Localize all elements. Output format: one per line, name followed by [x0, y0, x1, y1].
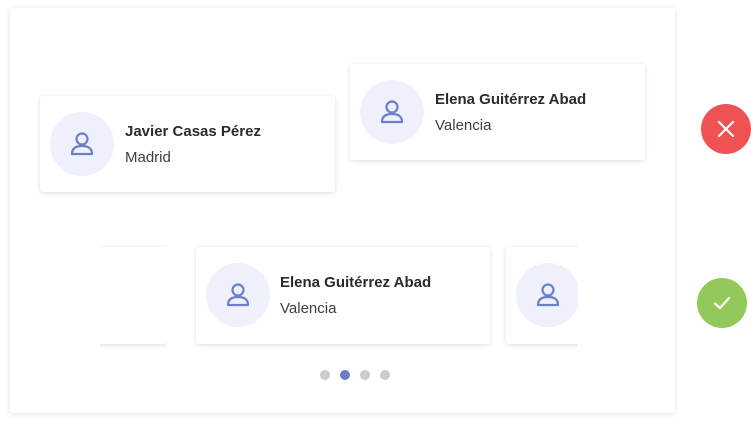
- avatar: [206, 263, 270, 327]
- avatar: [516, 263, 578, 327]
- user-name: Elena Guitérrez Abad: [280, 274, 432, 291]
- avatar: [360, 80, 424, 144]
- carousel-pagination: [320, 370, 390, 380]
- close-icon: [717, 120, 735, 138]
- user-icon: [536, 283, 560, 307]
- user-card-peek-left[interactable]: [100, 247, 167, 344]
- user-card-javier[interactable]: Javier Casas Pérez Madrid: [40, 96, 335, 192]
- pagination-dot-1[interactable]: [320, 370, 330, 380]
- pagination-dot-2[interactable]: [340, 370, 350, 380]
- carousel-next-peek: [500, 236, 578, 356]
- carousel-prev-peek: [100, 236, 167, 356]
- pagination-dot-4[interactable]: [380, 370, 390, 380]
- user-icon: [226, 283, 250, 307]
- user-icon: [380, 100, 404, 124]
- reject-indicator: [701, 104, 751, 154]
- pagination-dot-3[interactable]: [360, 370, 370, 380]
- check-icon: [713, 296, 731, 310]
- user-icon: [70, 132, 94, 156]
- user-city: Valencia: [280, 300, 337, 317]
- user-card-elena[interactable]: Elena Guitérrez Abad Valencia: [350, 64, 645, 160]
- stage: Javier Casas Pérez Madrid Elena Guitérre…: [0, 0, 751, 425]
- user-city: Madrid: [125, 149, 171, 166]
- accept-indicator: [697, 278, 747, 328]
- user-city: Valencia: [435, 117, 492, 134]
- user-card-elena-active[interactable]: Elena Guitérrez Abad Valencia: [196, 247, 490, 344]
- user-name: Javier Casas Pérez: [125, 123, 261, 140]
- user-name: Elena Guitérrez Abad: [435, 91, 587, 108]
- user-card-peek-right[interactable]: [506, 247, 578, 344]
- avatar: [50, 112, 114, 176]
